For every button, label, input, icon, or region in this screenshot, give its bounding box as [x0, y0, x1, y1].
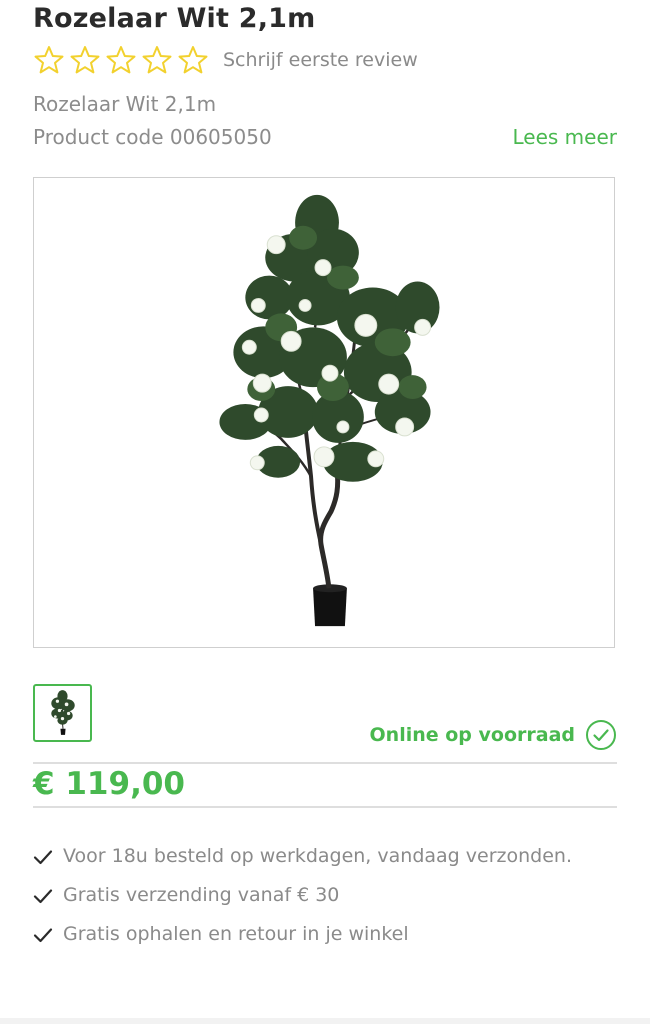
usp-text: Voor 18u besteld op werkdagen, vandaag v… [63, 845, 572, 867]
product-image[interactable] [33, 177, 615, 648]
plant-thumbnail-illustration [51, 690, 75, 735]
usp-item: Voor 18u besteld op werkdagen, vandaag v… [33, 840, 593, 873]
divider [33, 762, 617, 764]
star-icon[interactable] [141, 44, 173, 76]
check-circle-icon [585, 719, 617, 751]
product-price: € 119,00 [33, 766, 185, 802]
write-review-link[interactable]: Schrijf eerste review [223, 49, 418, 71]
read-more-link[interactable]: Lees meer [513, 125, 618, 149]
usp-item: Gratis verzending vanaf € 30 [33, 879, 593, 912]
star-rating[interactable] [33, 44, 209, 76]
plant-image-illustration [219, 194, 440, 627]
check-icon [33, 927, 53, 943]
stock-status: Online op voorraad [370, 719, 617, 751]
footer-divider [0, 1018, 650, 1024]
usp-text: Gratis ophalen en retour in je winkel [63, 923, 409, 945]
star-icon[interactable] [105, 44, 137, 76]
stock-label: Online op voorraad [369, 724, 575, 746]
product-subtitle: Rozelaar Wit 2,1m [33, 92, 217, 116]
star-icon[interactable] [69, 44, 101, 76]
product-title: Rozelaar Wit 2,1m [33, 3, 316, 34]
product-code-row: Product code 00605050 Lees meer [33, 125, 617, 149]
usp-item: Gratis ophalen en retour in je winkel [33, 918, 593, 951]
check-icon [33, 888, 53, 904]
divider [33, 806, 617, 808]
check-icon [33, 849, 53, 865]
star-icon[interactable] [33, 44, 65, 76]
usp-text: Gratis verzending vanaf € 30 [63, 884, 340, 906]
rating-row: Schrijf eerste review [33, 44, 418, 76]
usp-list: Voor 18u besteld op werkdagen, vandaag v… [33, 840, 593, 957]
star-icon[interactable] [177, 44, 209, 76]
product-thumbnail[interactable] [33, 684, 92, 742]
product-code: Product code 00605050 [33, 125, 272, 149]
